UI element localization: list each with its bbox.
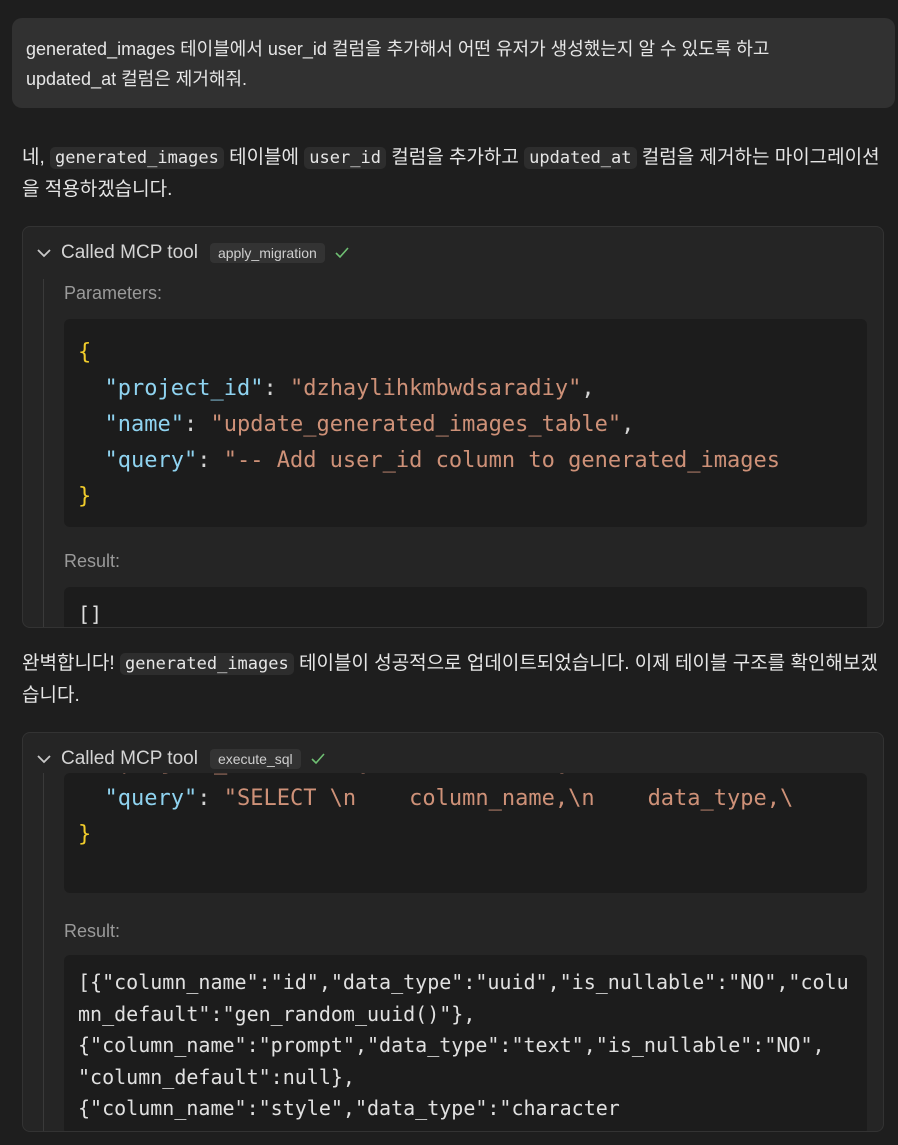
msg2-prefix: 완벽합니다! [22, 653, 120, 674]
tool-call-card-execute-sql: Called MCP tool execute_sql "project_id"… [22, 732, 884, 1132]
result-label-2: Result: [64, 921, 121, 941]
inline-code-table-2: generated_images [119, 653, 294, 675]
param-key-query: "query" [104, 448, 198, 473]
open-brace: { [78, 340, 92, 365]
tool-call-body-2: "project_id": "dzhaylihkmbwdsaradiy", "q… [43, 773, 883, 1131]
tool-call-card-apply-migration: Called MCP tool apply_migration Paramete… [22, 226, 884, 628]
chevron-down-icon[interactable] [35, 244, 53, 262]
tool-call-label: Called MCP tool [61, 242, 198, 263]
msg1-mid2: 컬럼을 추가하고 [385, 147, 525, 168]
result-code-block-2[interactable]: [{"column_name":"id","data_type":"uuid",… [64, 955, 867, 1131]
assistant-message-2: 완벽합니다! generated_images 테이블이 성공적으로 업데이트되… [22, 648, 888, 712]
partial-param-line: "project_id": "dzhaylihkmbwdsaradiy", [108, 773, 598, 781]
param-key-project-id: "project_id" [104, 376, 264, 401]
close-brace-2: } [78, 822, 92, 847]
param-key-query-2: "query" [104, 786, 198, 811]
param-value-project-id: "dzhaylihkmbwdsaradiy" [289, 376, 582, 401]
inline-code-user-id: user_id [304, 147, 386, 169]
tool-name-badge: apply_migration [209, 243, 325, 263]
user-message-line1: generated_images 테이블에서 user_id 컬럼을 추가해서 … [26, 39, 770, 59]
param-value-query: "-- Add user_id column to generated_imag… [223, 448, 781, 473]
assistant-message-1: 네, generated_images 테이블에 user_id 컬럼을 추가하… [22, 142, 888, 206]
tool-call-header-2[interactable]: Called MCP tool execute_sql [35, 745, 327, 773]
msg1-prefix: 네, [22, 147, 51, 168]
tool-call-header[interactable]: Called MCP tool apply_migration [35, 239, 351, 267]
check-icon [311, 753, 325, 765]
parameters-code-block-2[interactable]: "project_id": "dzhaylihkmbwdsaradiy", "q… [64, 773, 867, 893]
close-brace: } [78, 484, 92, 509]
param-value-name: "update_generated_images_table" [210, 412, 622, 437]
result-text: [] [78, 602, 103, 626]
param-key-name: "name" [104, 412, 184, 437]
msg1-mid1: 테이블에 [223, 147, 305, 168]
check-icon [335, 247, 349, 259]
parameters-label: Parameters: [64, 283, 163, 303]
user-message-bubble: generated_images 테이블에서 user_id 컬럼을 추가해서 … [12, 18, 895, 108]
inline-code-updated-at: updated_at [524, 147, 637, 169]
inline-code-table: generated_images [50, 147, 224, 169]
result-text-2: [{"column_name":"id","data_type":"uuid",… [78, 970, 849, 1120]
tool-name-badge-2: execute_sql [209, 749, 301, 769]
chevron-down-icon[interactable] [35, 750, 53, 768]
result-code-block[interactable]: [] [64, 587, 867, 627]
param-value-query-2: "SELECT \n column_name,\n data_type,\ [223, 786, 794, 811]
tool-call-label-2: Called MCP tool [61, 748, 198, 769]
tool-call-body: Parameters: { "project_id": "dzhaylihkmb… [43, 279, 883, 627]
parameters-code-block[interactable]: { "project_id": "dzhaylihkmbwdsaradiy", … [64, 319, 867, 527]
user-message-line2: updated_at 컬럼은 제거해줘. [26, 69, 248, 89]
result-label: Result: [64, 551, 121, 571]
